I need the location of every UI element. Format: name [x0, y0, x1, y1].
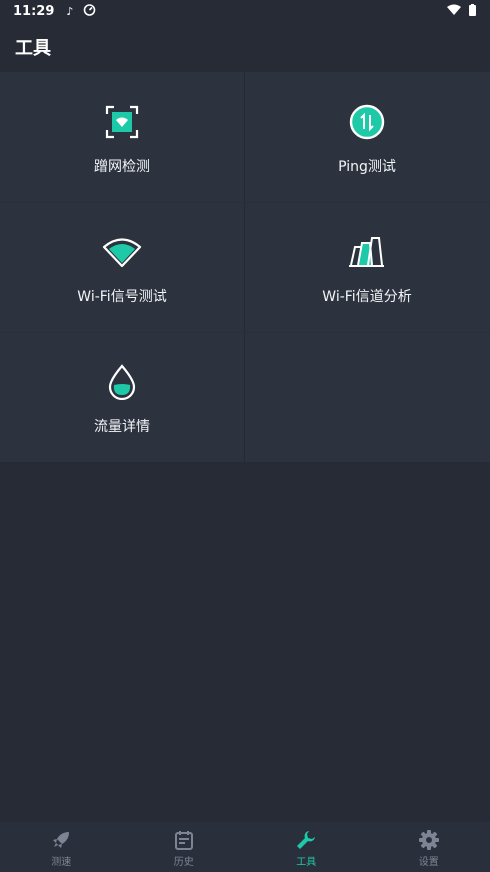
tab-label: 工具 — [296, 857, 317, 868]
tool-label: 流量详情 — [94, 419, 150, 435]
tool-label: Wi-Fi信号测试 — [77, 289, 167, 305]
rocket-icon — [50, 829, 72, 851]
status-time: 11:29 — [13, 3, 55, 19]
tool-label: 蹭网检测 — [94, 159, 150, 175]
bottom-tab-bar: 测速 历史 工具 设置 — [0, 822, 490, 872]
tab-label: 测速 — [51, 857, 72, 868]
tab-settings[interactable]: 设置 — [368, 822, 490, 872]
traffic-drop-icon — [102, 362, 142, 402]
tool-label: Wi-Fi信道分析 — [322, 289, 412, 305]
tab-speedtest[interactable]: 测速 — [0, 822, 123, 872]
music-note-icon: ♪ — [66, 4, 74, 18]
tab-label: 历史 — [173, 857, 194, 868]
app-bar: 工具 — [0, 22, 490, 72]
tools-grid: 蹭网检测 Ping测试 Wi-Fi信号测试 Wi-Fi信道分析 流量详情 — [0, 72, 490, 462]
tool-channel-analysis[interactable]: Wi-Fi信道分析 — [245, 202, 489, 332]
page-title: 工具 — [15, 38, 51, 59]
tool-traffic[interactable]: 流量详情 — [0, 332, 244, 462]
status-bar: 11:29 ♪ — [0, 0, 490, 22]
tab-history[interactable]: 历史 — [123, 822, 246, 872]
tab-tools[interactable]: 工具 — [245, 822, 368, 872]
tool-ping[interactable]: Ping测试 — [245, 72, 489, 202]
wifi-signal-icon — [102, 232, 142, 272]
channel-analysis-icon — [347, 232, 387, 272]
tool-wifi-scan[interactable]: 蹭网检测 — [0, 72, 244, 202]
tab-label: 设置 — [418, 857, 439, 868]
wifi-status-icon — [447, 4, 461, 20]
speedometer-icon — [83, 3, 96, 19]
tool-label: Ping测试 — [338, 159, 396, 175]
battery-icon — [469, 4, 476, 20]
wrench-icon — [295, 829, 317, 851]
gear-icon — [418, 829, 440, 851]
wifi-scan-icon — [102, 102, 142, 142]
tool-wifi-signal[interactable]: Wi-Fi信号测试 — [0, 202, 244, 332]
ping-icon — [347, 102, 387, 142]
calendar-icon — [173, 829, 195, 851]
